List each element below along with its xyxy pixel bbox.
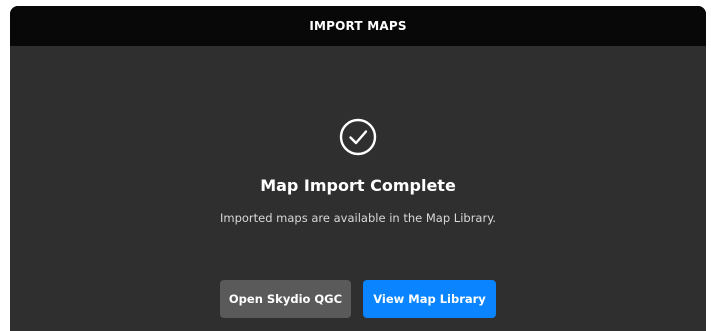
check-circle-icon xyxy=(339,118,377,156)
dialog-title: IMPORT MAPS xyxy=(309,19,407,33)
import-maps-dialog: IMPORT MAPS Map Import Complete Imported… xyxy=(10,6,706,331)
status-message: Imported maps are available in the Map L… xyxy=(219,211,497,225)
view-map-library-button[interactable]: View Map Library xyxy=(363,280,496,318)
open-skydio-qgc-button[interactable]: Open Skydio QGC xyxy=(220,280,351,318)
dialog-titlebar: IMPORT MAPS xyxy=(10,6,706,46)
status-heading: Map Import Complete xyxy=(260,176,456,195)
